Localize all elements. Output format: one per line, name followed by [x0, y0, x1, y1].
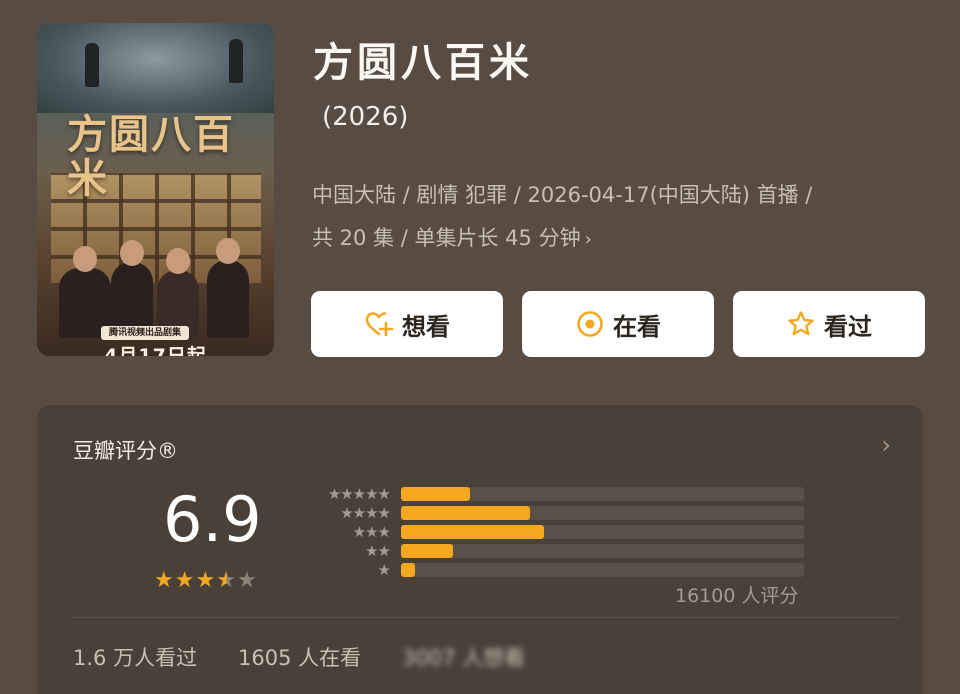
distribution-bar-1	[401, 563, 416, 577]
panel-divider	[73, 617, 899, 618]
watching-label: 在看	[613, 312, 661, 341]
distribution-bar-2	[401, 544, 454, 558]
distribution-row-2: ★★	[305, 542, 805, 560]
star-full-icon: ★	[195, 568, 217, 593]
distribution-track	[401, 487, 804, 501]
distribution-track	[401, 544, 804, 558]
star-full-icon: ★	[174, 568, 196, 593]
poster-figure-right	[229, 39, 243, 83]
distribution-row-5: ★★★★★	[305, 485, 805, 503]
meta-line-1: 中国大陆 / 剧情 犯罪 / 2026-04-17(中国大陆) 首播 /	[312, 183, 813, 207]
distribution-track	[401, 563, 804, 577]
two-star-label-icon: ★★	[365, 542, 391, 560]
rating-panel-title: 豆瓣评分®	[73, 439, 178, 463]
want-to-watch-label: 想看	[402, 312, 450, 341]
star-full-icon: ★	[154, 568, 175, 593]
show-year: (2026)	[322, 102, 409, 132]
show-title: 方圆八百米	[313, 40, 533, 86]
star-empty-icon: ★	[236, 568, 258, 593]
poster-producer-tag: 腾讯视频出品剧集	[101, 326, 190, 340]
target-icon	[577, 311, 603, 337]
meta-line-2: 共 20 集 / 单集片长 45 分钟 ›	[312, 217, 937, 261]
douban-rating-panel[interactable]: 豆瓣评分® › 6.9 ★★★★★ ★★★★★ ★★★★ ★★★ ★★ ★ 16…	[37, 405, 923, 694]
distribution-row-3: ★★★	[305, 523, 805, 541]
distribution-row-4: ★★★★	[305, 504, 805, 522]
want-to-watch-button[interactable]: 想看	[311, 291, 503, 357]
show-meta[interactable]: 中国大陆 / 剧情 犯罪 / 2026-04-17(中国大陆) 首播 / 共 2…	[312, 174, 937, 261]
watched-label: 看过	[824, 312, 872, 341]
five-star-label-icon: ★★★★★	[327, 485, 391, 503]
distribution-row-1: ★	[305, 561, 805, 579]
poster-image[interactable]: 方圆八百米 腾讯视频出品剧集 4月17日起	[37, 23, 274, 356]
poster-premiere-banner: 4月17日起	[104, 345, 207, 356]
watching-button[interactable]: 在看	[522, 291, 714, 357]
watched-count[interactable]: 1.6 万人看过	[73, 642, 197, 672]
star-outline-icon	[788, 311, 814, 336]
heart-plus-icon	[365, 312, 394, 337]
distribution-bar-3	[401, 525, 545, 539]
star-half-icon: ★	[216, 568, 237, 593]
distribution-track	[401, 525, 804, 539]
poster-people	[37, 238, 274, 338]
chevron-right-icon: ›	[584, 229, 592, 250]
poster-person	[207, 238, 249, 338]
distribution-bar-5	[401, 487, 470, 501]
four-star-label-icon: ★★★★	[340, 504, 391, 522]
chevron-right-icon[interactable]: ›	[881, 431, 891, 459]
poster-title-art: 方圆八百米	[67, 111, 235, 202]
watched-button[interactable]: 看过	[733, 291, 925, 357]
rating-score: 6.9	[163, 483, 262, 556]
distribution-bar-4	[401, 506, 530, 520]
watching-count[interactable]: 1605 人在看	[238, 642, 361, 672]
poster-figure-left	[85, 43, 99, 87]
three-star-label-icon: ★★★	[352, 523, 391, 541]
meta-line-2-text: 共 20 集 / 单集片长 45 分钟	[312, 226, 581, 250]
rating-stars: ★★★★★	[154, 568, 258, 593]
one-star-label-icon: ★	[377, 561, 391, 579]
distribution-track	[401, 506, 804, 520]
rating-votes-count[interactable]: 16100 人评分	[675, 581, 798, 608]
wish-count[interactable]: 3007 人想看	[402, 642, 525, 672]
